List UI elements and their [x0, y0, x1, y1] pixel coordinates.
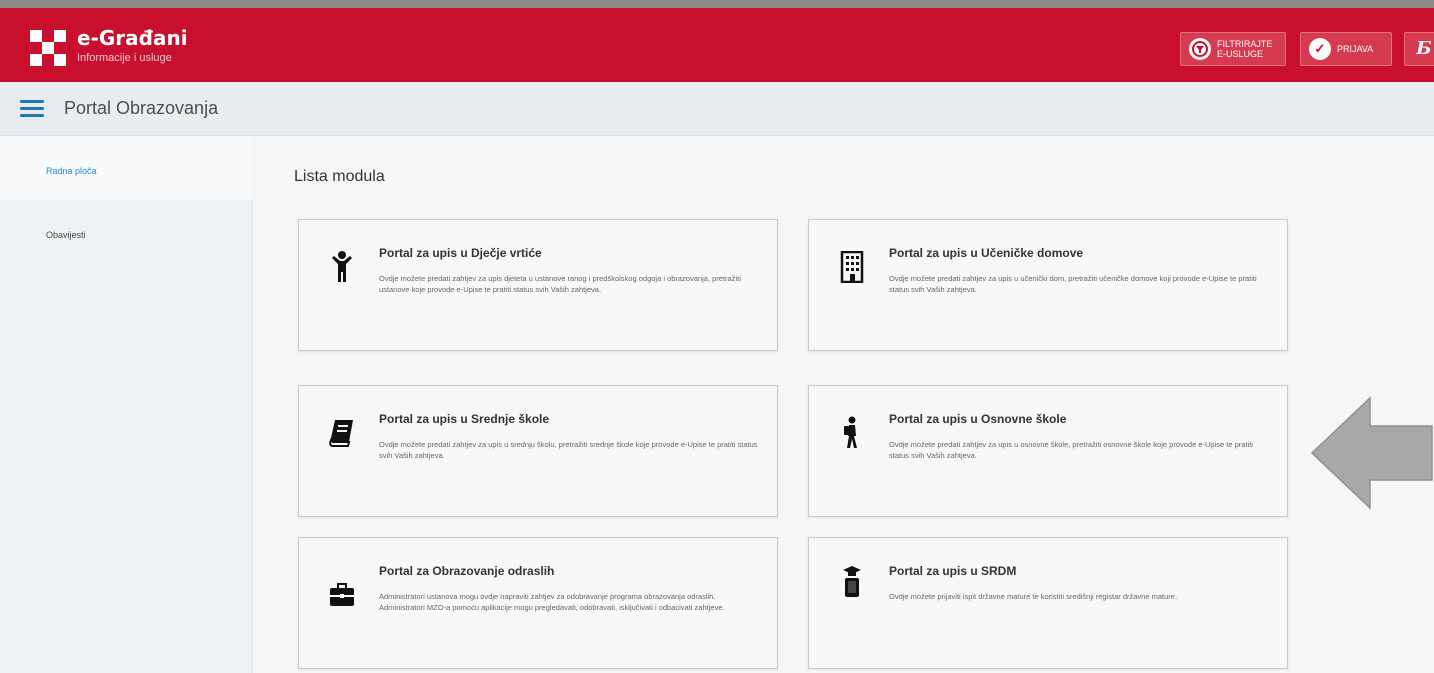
sidebar-item-label: Radna ploča [46, 166, 97, 176]
building-icon [839, 250, 865, 284]
card-description: Ovdje možete predati zahtjev za upis u u… [889, 274, 1257, 294]
portal-subheader: Portal Obrazovanja [0, 82, 1434, 136]
card-description: Ovdje možete predati zahtjev za upis u o… [889, 440, 1253, 460]
brand-subtitle: Informacije i usluge [77, 52, 172, 64]
card-title[interactable]: Portal za Obrazovanje odraslih [379, 564, 554, 578]
filter-icon [1189, 38, 1211, 60]
module-card-srdm[interactable]: Portal za upis u SRDM Ovdje možete prija… [808, 537, 1288, 669]
module-card-secondary-schools[interactable]: Portal za upis u Srednje škole Ovdje mož… [298, 385, 778, 517]
language-button[interactable]: Б [1404, 32, 1434, 66]
book-icon [329, 416, 355, 450]
checkerboard-logo-icon[interactable] [30, 30, 66, 66]
sidebar-item-dashboard[interactable]: Radna ploča [0, 136, 253, 200]
top-header-bar: e-Građani Informacije i usluge FILTRIRAJ… [0, 0, 1434, 82]
hamburger-icon[interactable] [20, 100, 44, 118]
sidebar-item-label: Obavijesti [46, 230, 86, 240]
filter-label-line2: E-USLUGE [1217, 49, 1264, 59]
card-title[interactable]: Portal za upis u Osnovne škole [889, 412, 1066, 426]
sidebar-item-notices[interactable]: Obavijesti [0, 200, 253, 264]
page-title: Lista modula [294, 168, 385, 185]
graduate-icon [839, 564, 865, 598]
filter-services-button[interactable]: FILTRIRAJTE E-USLUGE [1180, 32, 1286, 66]
portal-title: Portal Obrazovanja [64, 98, 219, 118]
pupil-icon [839, 416, 865, 450]
card-description: Ovdje možete predati zahtjev za upis dje… [379, 274, 741, 294]
filter-label-line1: FILTRIRAJTE [1217, 39, 1273, 49]
check-icon: ✓ [1309, 38, 1331, 60]
brand-title[interactable]: e-Građani [77, 26, 188, 50]
module-card-dormitories[interactable]: Portal za upis u Učeničke domove Ovdje m… [808, 219, 1288, 351]
card-description: Administratori ustanova mogu ovdje napra… [379, 592, 725, 612]
language-label: Б [1416, 38, 1432, 59]
card-title[interactable]: Portal za upis u SRDM [889, 564, 1016, 578]
module-card-kindergarten[interactable]: Portal za upis u Dječje vrtiće Ovdje mož… [298, 219, 778, 351]
card-title[interactable]: Portal za upis u Srednje škole [379, 412, 549, 426]
login-label: PRIJAVA [1337, 44, 1374, 54]
card-description: Ovdje možete prijaviti ispit državne mat… [889, 592, 1178, 601]
child-icon [329, 250, 355, 284]
card-title[interactable]: Portal za upis u Dječje vrtiće [379, 246, 542, 260]
login-button[interactable]: ✓ PRIJAVA [1300, 32, 1392, 66]
briefcase-icon [329, 578, 355, 612]
module-card-primary-schools[interactable]: Portal za upis u Osnovne škole Ovdje mož… [808, 385, 1288, 517]
left-arrow-icon [1310, 396, 1434, 515]
sidebar: Radna ploča Obavijesti [0, 136, 253, 673]
card-description: Ovdje možete predati zahtjev za upis u s… [379, 440, 758, 460]
card-title[interactable]: Portal za upis u Učeničke domove [889, 246, 1083, 260]
module-card-adult-education[interactable]: Portal za Obrazovanje odraslih Administr… [298, 537, 778, 669]
